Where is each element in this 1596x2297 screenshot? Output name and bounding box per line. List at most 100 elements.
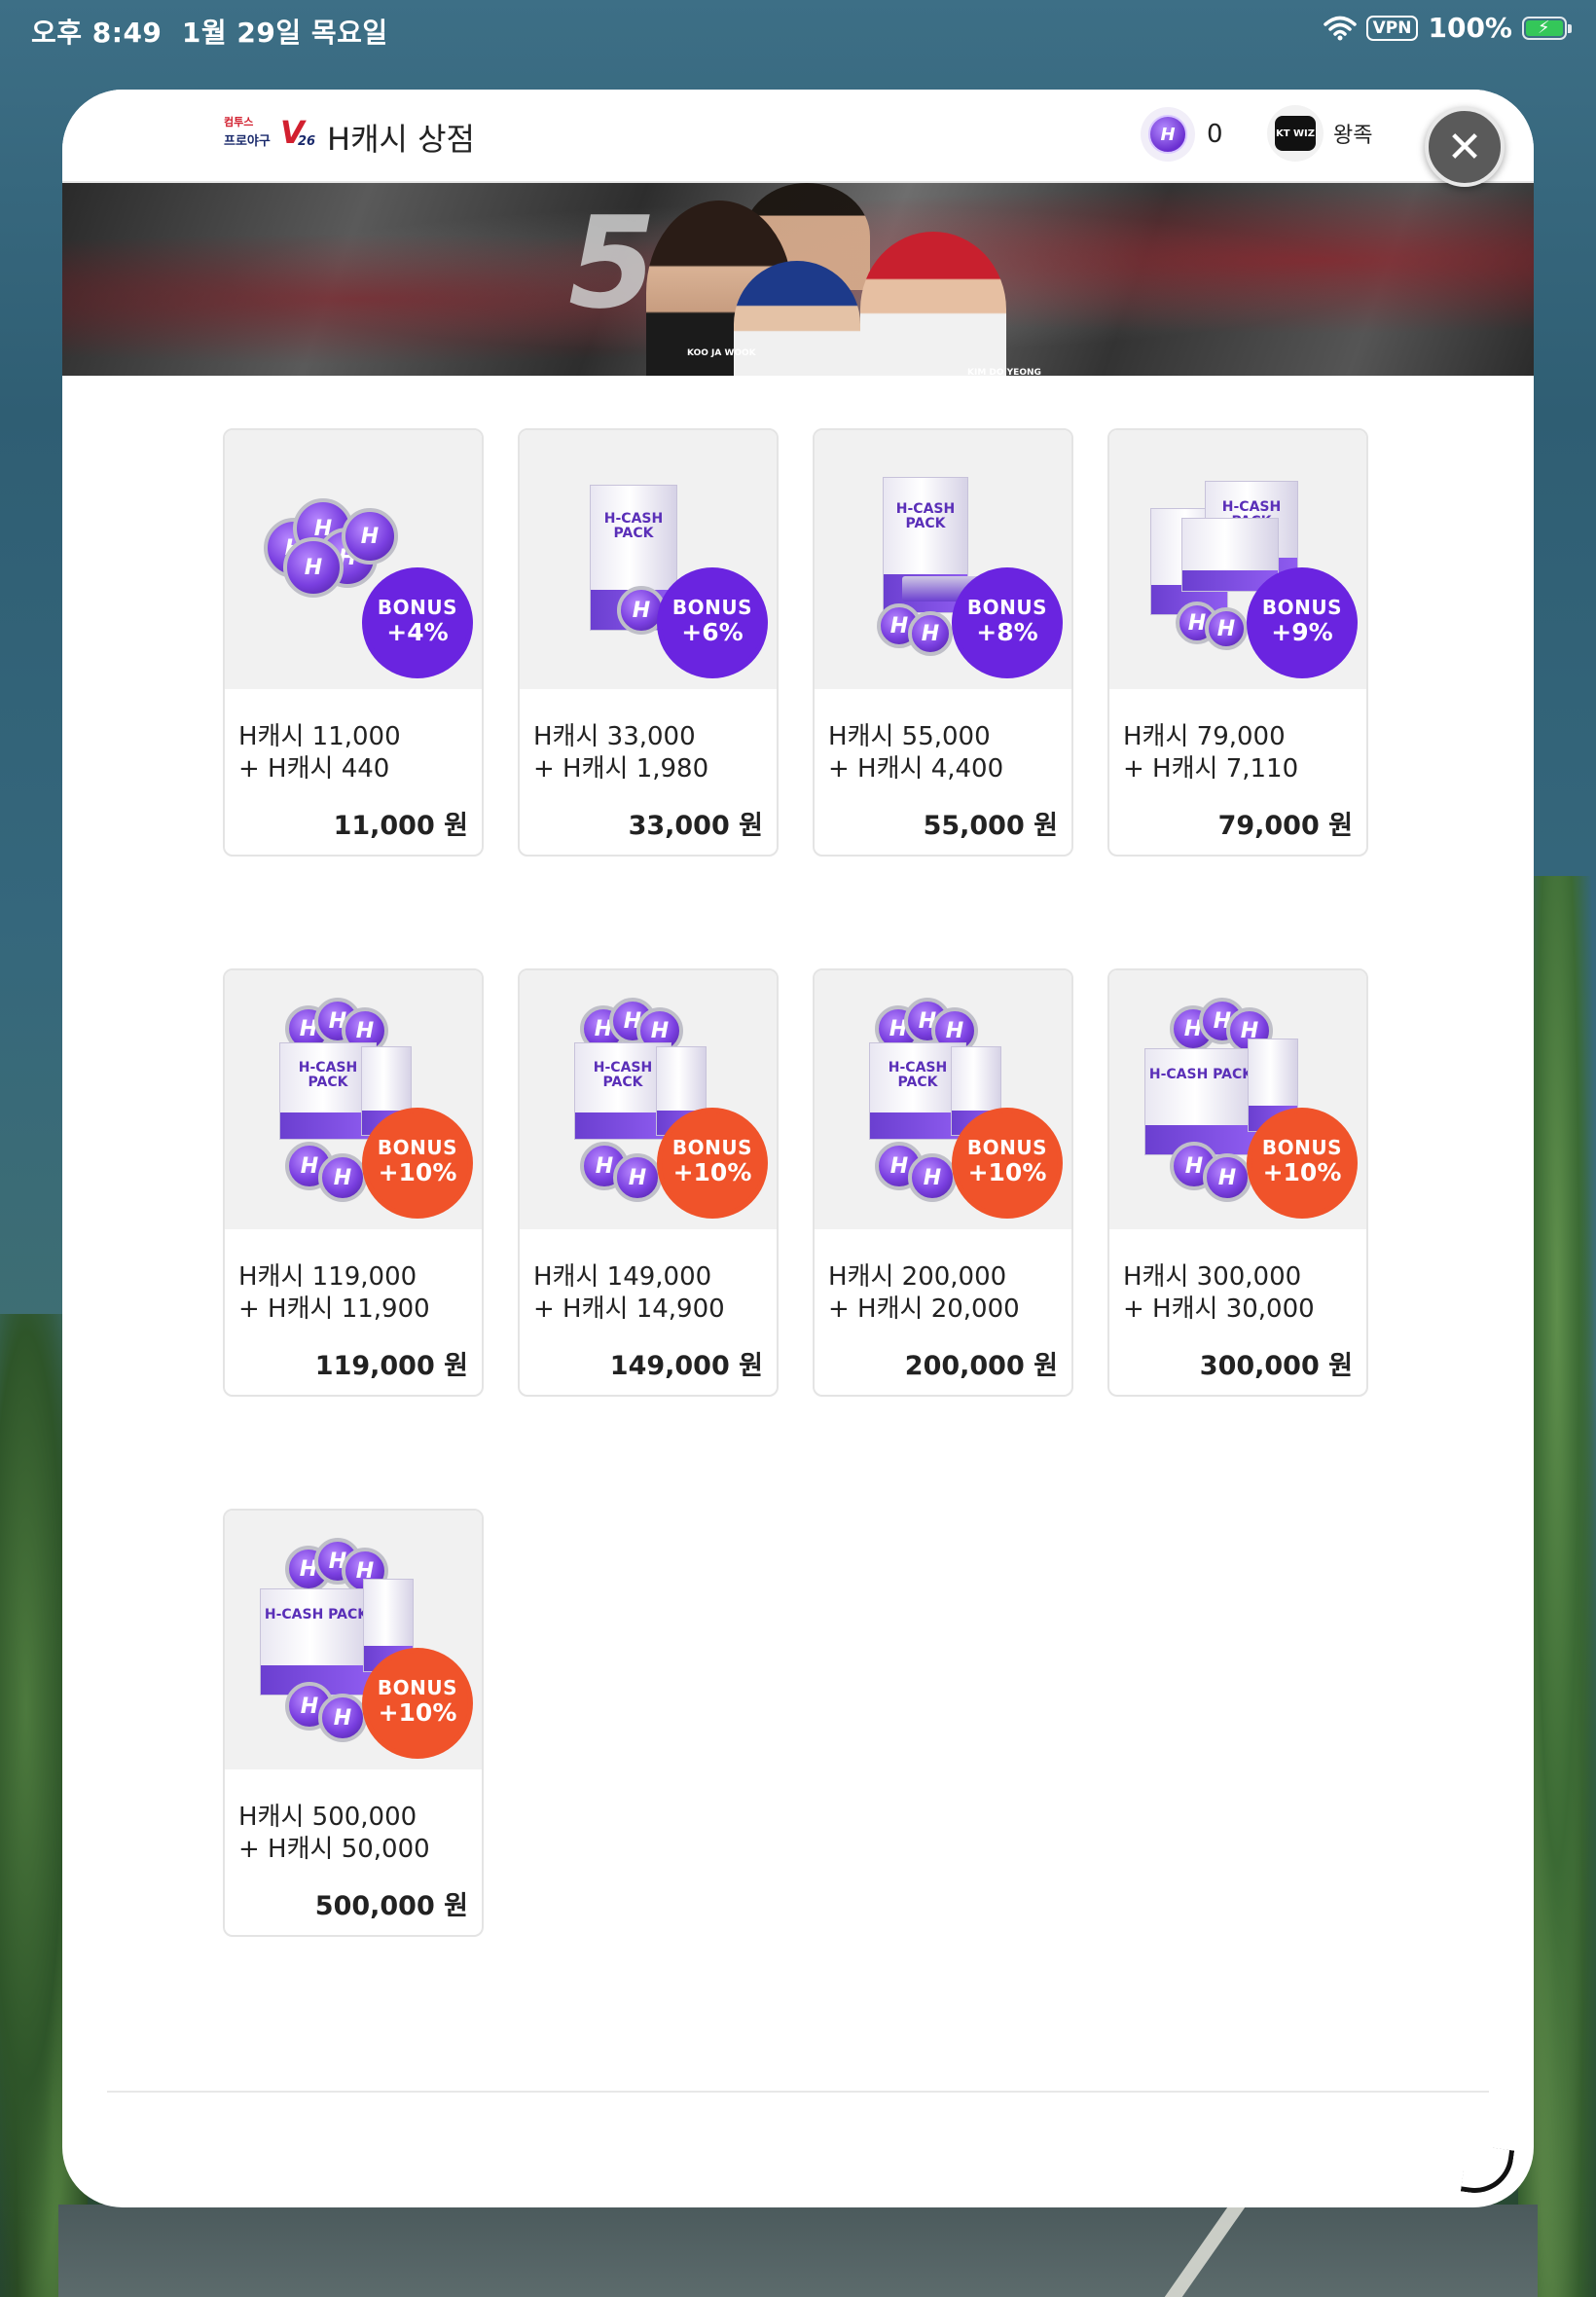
box-label: H-CASH PACK [264, 1607, 369, 1623]
product-card[interactable]: H H H H-CASH PACK H H BONUS +10% H캐시 500,000 + H캐… [223, 1509, 484, 1937]
status-clock: 오후 8:49 [31, 17, 163, 49]
product-card[interactable]: H-CASH PACKHHBONUS+9%H캐시 79,000+ H캐시 7,1… [1107, 428, 1368, 857]
team-emblem-icon: KT WIZ [1267, 105, 1324, 162]
hcash-coin-icon: H [342, 508, 398, 565]
product-bonus-amount: + H캐시 4,400 [828, 754, 1004, 784]
close-button[interactable]: ✕ [1425, 107, 1505, 187]
product-amount: H캐시 119,000 [238, 1262, 417, 1292]
hcash-coin-icon: H [318, 1694, 367, 1742]
product-image: H-CASH PACKHHBONUS+9% [1109, 430, 1366, 689]
product-image: H H H H-CASH PACK H H BONUS +10% [225, 970, 482, 1229]
hcash-coin-icon: H [908, 1153, 957, 1202]
hcash-coin-icon: H [318, 1153, 367, 1202]
product-amount: H캐시 500,000 [238, 1803, 417, 1832]
bonus-badge: BONUS +9% [1251, 572, 1353, 674]
hcash-balance-value: 0 [1207, 120, 1223, 149]
team-name: 왕족 [1333, 124, 1373, 148]
hcash-balance[interactable]: H 0 [1141, 107, 1223, 162]
product-price: 200,000 원 [904, 1351, 1058, 1381]
bonus-badge-label: BONUS [1261, 1136, 1343, 1159]
hcash-pack-box: H-CASH PACK [260, 1588, 373, 1695]
team-profile[interactable]: KT WIZ 왕족 [1267, 105, 1372, 162]
bonus-percent: +10% [1262, 1158, 1342, 1186]
product-amount: H캐시 33,000 [533, 722, 696, 751]
hcash-pack-box: H-CASH PACK [1144, 1048, 1257, 1155]
bonus-badge: BONUS +10% [367, 1112, 468, 1214]
product-bonus-amount: + H캐시 440 [238, 754, 390, 784]
bonus-badge-label: BONUS [377, 1136, 458, 1159]
status-date: 1월 29일 목요일 [181, 17, 388, 49]
bonus-badge-label: BONUS [377, 1676, 458, 1699]
bonus-badge: BONUS +10% [662, 1112, 763, 1214]
game-logo: 컴투스 프로야구 V 26 [224, 115, 316, 154]
hcash-coin-icon: H [1205, 607, 1248, 650]
footer-divider [107, 2091, 1489, 2093]
hcash-pack-box [1181, 518, 1279, 592]
logo-year: 26 [298, 134, 316, 149]
shop-header: 컴투스 프로야구 V 26 H캐시 상점 H 0 KT WIZ 왕족 [62, 90, 1534, 183]
product-card[interactable]: HHHHHBONUS+4%H캐시 11,000+ H캐시 44011,000 원 [223, 428, 484, 857]
banner-player-image [860, 232, 1006, 376]
banner-caption: KOO JA WOOK [687, 348, 756, 358]
product-price: 55,000 원 [923, 811, 1058, 841]
vpn-icon: VPN [1365, 15, 1419, 41]
product-card[interactable]: H H H H-CASH PACK H H BONUS +10% H캐시 200,000 + H캐… [813, 968, 1073, 1397]
hcash-coin-icon: H [283, 537, 344, 598]
logo-title: 프로야구 [224, 134, 271, 149]
wifi-icon [1323, 16, 1357, 40]
product-card[interactable]: H H H H-CASH PACK H H BONUS +10% H캐시 149,000 + H캐… [518, 968, 779, 1397]
product-price: 79,000 원 [1217, 811, 1353, 841]
product-amount: H캐시 200,000 [828, 1262, 1007, 1292]
product-card[interactable]: H-CASH PACK H H BONUS +8% H캐시 55,000 + H캐시 4,4… [813, 428, 1073, 857]
bonus-badge-label: BONUS [377, 596, 458, 619]
product-image: H-CASH PACK H BONUS +6% [520, 430, 777, 689]
box-label: H-CASH PACK [1148, 1067, 1253, 1083]
product-bonus-amount: + H캐시 20,000 [828, 1294, 1020, 1324]
product-amount: H캐시 79,000 [1123, 722, 1286, 751]
bonus-badge-label: BONUS [671, 1136, 753, 1159]
bonus-badge-label: BONUS [966, 1136, 1048, 1159]
product-price: 119,000 원 [314, 1351, 468, 1381]
box-label: H-CASH PACK [895, 500, 956, 531]
battery-charging-icon: ⚡ [1522, 16, 1572, 40]
battery-percent: 100% [1428, 12, 1512, 44]
product-image: HHHHHBONUS+4% [225, 430, 482, 689]
product-card[interactable]: H H H H-CASH PACK H H BONUS +10% H캐시 119,000 + H캐… [223, 968, 484, 1397]
product-bonus-amount: + H캐시 50,000 [238, 1835, 430, 1864]
bonus-percent: +10% [672, 1158, 752, 1186]
page-title: H캐시 상점 [327, 121, 475, 158]
product-price: 33,000 원 [628, 811, 763, 841]
bonus-percent: +10% [967, 1158, 1047, 1186]
product-amount: H캐시 11,000 [238, 722, 401, 751]
hcash-coin-icon: H [613, 1153, 662, 1202]
banner-number: 5 [568, 189, 657, 337]
product-card[interactable]: H H H H-CASH PACK H H BONUS +10% H캐시 300,000 + H캐… [1107, 968, 1368, 1397]
product-bonus-amount: + H캐시 11,900 [238, 1294, 430, 1324]
product-bonus-amount: + H캐시 7,110 [1123, 754, 1299, 784]
promo-banner[interactable]: 5 KOO JA WOOK KIM DO YEONG [62, 183, 1534, 376]
logo-publisher: 컴투스 [224, 116, 254, 128]
bonus-percent: +10% [378, 1698, 457, 1727]
product-bonus-amount: + H캐시 1,980 [533, 754, 709, 784]
product-card[interactable]: H-CASH PACK H BONUS +6% H캐시 33,000 + H캐시 1,98… [518, 428, 779, 857]
hcash-coin-icon: H [1203, 1153, 1251, 1202]
bonus-percent: +4% [386, 618, 449, 646]
bonus-badge: BONUS +6% [662, 572, 763, 674]
bonus-percent: +8% [976, 618, 1038, 646]
bonus-badge-label: BONUS [1261, 596, 1343, 619]
bonus-badge: BONUS +8% [957, 572, 1058, 674]
product-amount: H캐시 149,000 [533, 1262, 712, 1292]
hcash-coin-icon: H [617, 586, 666, 635]
bonus-badge-label: BONUS [966, 596, 1048, 619]
banner-player-image [734, 261, 860, 376]
product-image: H H H H-CASH PACK H H BONUS +10% [1109, 970, 1366, 1229]
bonus-badge: BONUS +10% [1251, 1112, 1353, 1214]
team-emblem-text: KT WIZ [1275, 116, 1316, 151]
bonus-percent: +6% [681, 618, 744, 646]
product-image: H H H H-CASH PACK H H BONUS +10% [520, 970, 777, 1229]
wallpaper-road [58, 2205, 1538, 2297]
shop-modal: 컴투스 프로야구 V 26 H캐시 상점 H 0 KT WIZ 왕족 5 KOO… [62, 90, 1534, 2207]
hcash-coin-icon: H [1141, 107, 1195, 162]
status-time: 오후 8:49 1월 29일 목요일 [31, 12, 388, 51]
product-bonus-amount: + H캐시 30,000 [1123, 1294, 1315, 1324]
